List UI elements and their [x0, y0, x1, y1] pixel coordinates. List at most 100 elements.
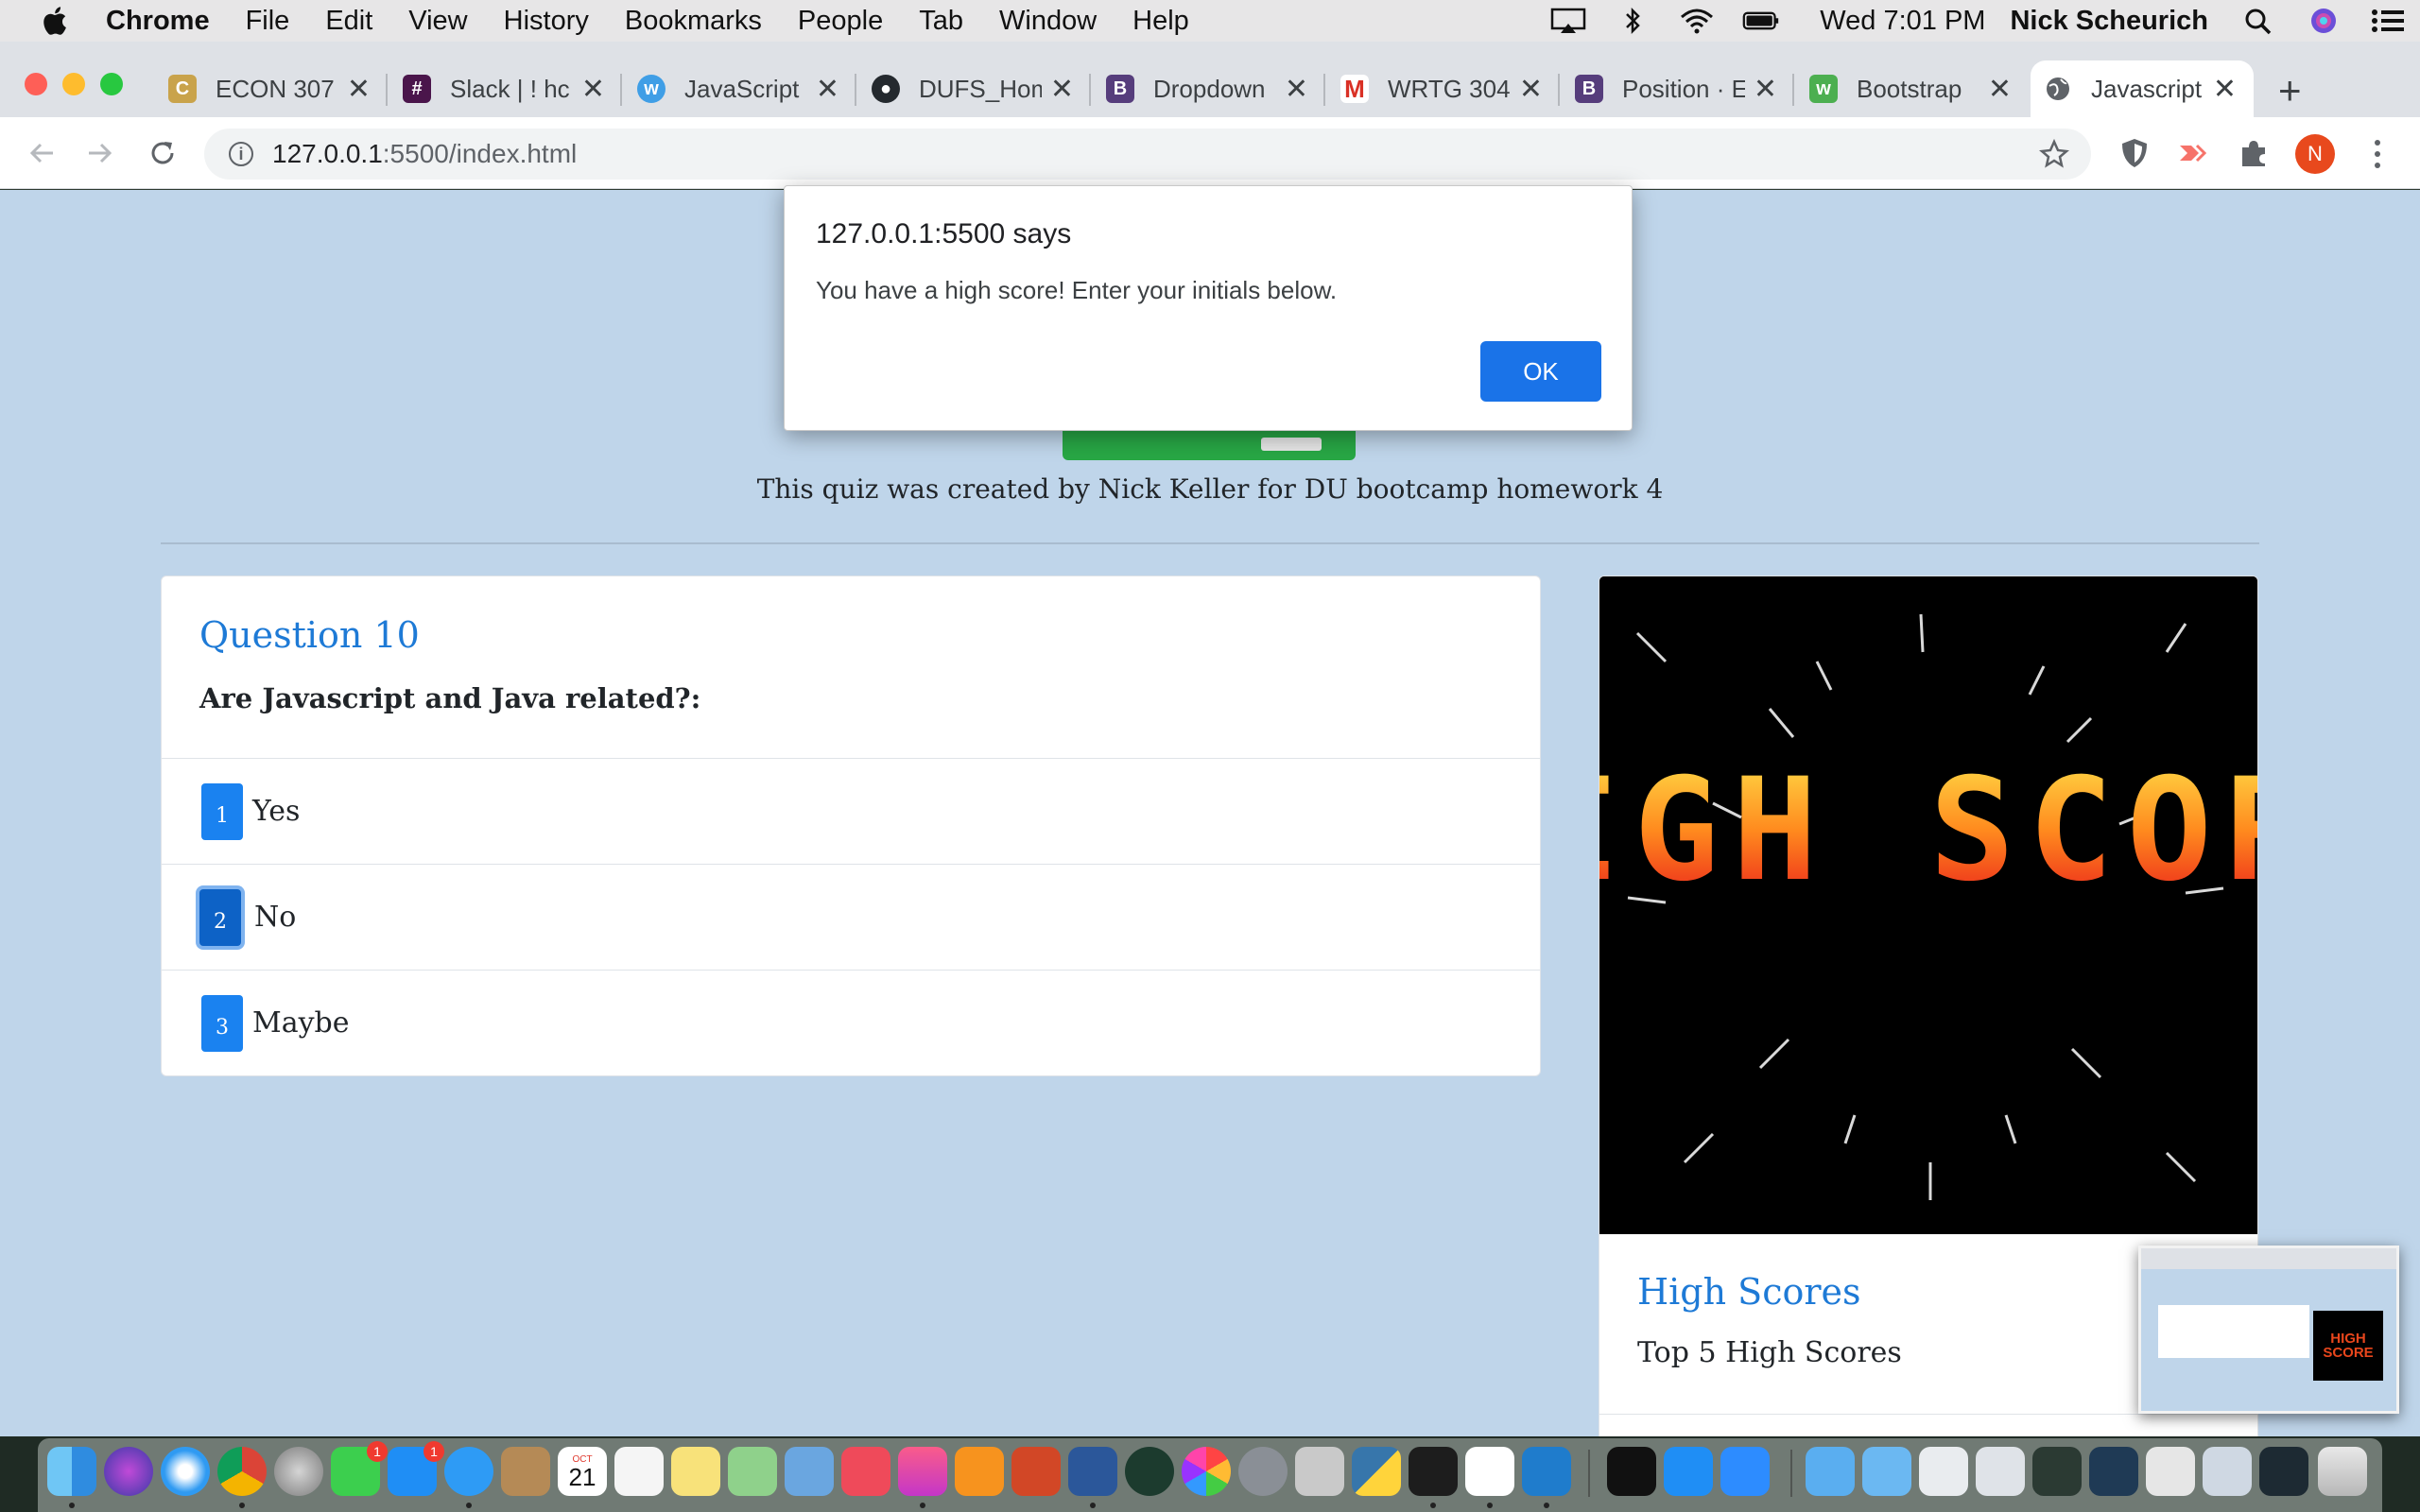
menu-window[interactable]: Window: [999, 6, 1097, 37]
minimize-window-button[interactable]: [62, 73, 85, 95]
tab-position[interactable]: B Position · E ✕: [1567, 60, 1794, 117]
close-tab-icon[interactable]: ✕: [347, 73, 371, 106]
time-machine-icon[interactable]: [1125, 1447, 1174, 1496]
menu-help[interactable]: Help: [1132, 6, 1189, 37]
forward-button[interactable]: [79, 132, 121, 174]
maps-icon[interactable]: [728, 1447, 777, 1496]
answer-2-button[interactable]: 2: [199, 888, 241, 946]
close-tab-icon[interactable]: ✕: [1519, 73, 1543, 106]
menu-tab[interactable]: Tab: [919, 6, 963, 37]
stack-item-icon[interactable]: [2089, 1447, 2138, 1496]
preview-icon[interactable]: [785, 1447, 834, 1496]
ok-button[interactable]: OK: [1480, 341, 1601, 402]
siri-icon[interactable]: [2305, 7, 2342, 35]
tab-bootstrap[interactable]: w Bootstrap ✕: [1802, 60, 2029, 117]
close-tab-icon[interactable]: ✕: [1285, 73, 1308, 106]
menu-people[interactable]: People: [798, 6, 883, 37]
menu-view[interactable]: View: [408, 6, 467, 37]
globe-icon: [2047, 77, 2069, 100]
notification-center-icon[interactable]: [2369, 7, 2407, 35]
books-icon[interactable]: [955, 1447, 1004, 1496]
site-info-icon[interactable]: i: [229, 142, 253, 166]
trash-icon[interactable]: [2318, 1447, 2367, 1496]
music-icon[interactable]: [898, 1447, 947, 1496]
menu-user-name[interactable]: Nick Scheurich: [2010, 6, 2208, 37]
close-tab-icon[interactable]: ✕: [1754, 73, 1777, 106]
system-preferences-icon[interactable]: [1238, 1447, 1288, 1496]
documents-folder-icon[interactable]: [1862, 1447, 1911, 1496]
zoom-icon[interactable]: [1720, 1447, 1770, 1496]
launchpad-icon[interactable]: [274, 1447, 323, 1496]
reminders-icon[interactable]: [614, 1447, 664, 1496]
tab-dropdown[interactable]: B Dropdown ✕: [1098, 60, 1325, 117]
tab-gmail[interactable]: M WRTG 304 ✕: [1333, 60, 1560, 117]
shield-extension-icon[interactable]: [2118, 136, 2152, 170]
vscode-icon[interactable]: [1522, 1447, 1571, 1496]
siri-dock-icon[interactable]: [104, 1447, 153, 1496]
reload-button[interactable]: [142, 132, 183, 174]
tab-github[interactable]: ● DUFS_Hom ✕: [864, 60, 1091, 117]
back-button[interactable]: [21, 132, 62, 174]
calendar-icon[interactable]: OCT 21: [558, 1447, 607, 1496]
close-tab-icon[interactable]: ✕: [1988, 73, 2012, 106]
answer-3-button[interactable]: 3: [201, 994, 243, 1052]
stack-item-icon[interactable]: [2146, 1447, 2195, 1496]
xcode-icon[interactable]: [1664, 1447, 1713, 1496]
stack-item-icon[interactable]: [2032, 1447, 2082, 1496]
spotlight-search-icon[interactable]: [2240, 7, 2278, 35]
applications-folder-icon[interactable]: [1806, 1447, 1855, 1496]
address-bar[interactable]: i 127.0.0.1:5500/index.html: [204, 129, 2091, 180]
slack-dock-icon[interactable]: [1465, 1447, 1514, 1496]
stack-item-icon[interactable]: [1976, 1447, 2025, 1496]
photos-icon[interactable]: [1182, 1447, 1231, 1496]
tab-slack[interactable]: # Slack | ! hc ✕: [395, 60, 622, 117]
airplay-icon[interactable]: [1549, 7, 1587, 35]
screenshot-thumbnail[interactable]: HIGH SCORE: [2138, 1246, 2399, 1414]
menu-edit[interactable]: Edit: [325, 6, 372, 37]
finder-icon[interactable]: [47, 1447, 96, 1496]
slack-icon: #: [403, 75, 431, 103]
close-tab-icon[interactable]: ✕: [2213, 73, 2237, 106]
bookmark-star-icon[interactable]: [2038, 138, 2070, 170]
apple-icon[interactable]: [38, 3, 74, 39]
close-tab-icon[interactable]: ✕: [1050, 73, 1074, 106]
answer-1-button[interactable]: 1: [201, 782, 243, 840]
menu-bookmarks[interactable]: Bookmarks: [625, 6, 762, 37]
screen-recorder-extension-icon[interactable]: [2176, 136, 2210, 170]
dock-separator: [1790, 1450, 1792, 1497]
downloads-stack-icon[interactable]: [1919, 1447, 1968, 1496]
close-window-button[interactable]: [25, 73, 47, 95]
python-launcher-icon[interactable]: [1352, 1447, 1401, 1496]
battery-icon[interactable]: [1742, 7, 1780, 35]
menu-file[interactable]: File: [246, 6, 290, 37]
menu-app-name[interactable]: Chrome: [106, 6, 210, 37]
new-tab-button[interactable]: +: [2278, 68, 2302, 113]
close-tab-icon[interactable]: ✕: [816, 73, 839, 106]
tab-econ[interactable]: C ECON 307 ✕: [161, 60, 388, 117]
activity-monitor-icon[interactable]: [1607, 1447, 1656, 1496]
gmail-icon: M: [1340, 75, 1369, 103]
safari-icon[interactable]: [161, 1447, 210, 1496]
zoom-window-button[interactable]: [100, 73, 123, 95]
tab-javascript-active[interactable]: Javascript ✕: [2031, 60, 2254, 117]
menu-clock[interactable]: Wed 7:01 PM: [1820, 6, 1985, 37]
news-icon[interactable]: [841, 1447, 890, 1496]
word-icon[interactable]: [1068, 1447, 1117, 1496]
profile-avatar[interactable]: N: [2295, 134, 2335, 174]
menu-history[interactable]: History: [504, 6, 589, 37]
wifi-icon[interactable]: [1678, 7, 1716, 35]
stack-item-icon[interactable]: [2259, 1447, 2308, 1496]
terminal-icon[interactable]: [1409, 1447, 1458, 1496]
stack-item-icon[interactable]: [2203, 1447, 2252, 1496]
extensions-puzzle-icon[interactable]: [2237, 136, 2271, 170]
tab-javascript-w3[interactable]: w JavaScript ✕: [630, 60, 856, 117]
messages-icon[interactable]: [444, 1447, 493, 1496]
powerpoint-icon[interactable]: [1011, 1447, 1061, 1496]
contacts-icon[interactable]: [501, 1447, 550, 1496]
close-tab-icon[interactable]: ✕: [581, 73, 605, 106]
chrome-menu-icon[interactable]: [2371, 138, 2384, 170]
bluetooth-icon[interactable]: [1614, 7, 1651, 35]
chrome-icon[interactable]: [217, 1447, 267, 1496]
notes-icon[interactable]: [671, 1447, 720, 1496]
script-editor-icon[interactable]: [1295, 1447, 1344, 1496]
